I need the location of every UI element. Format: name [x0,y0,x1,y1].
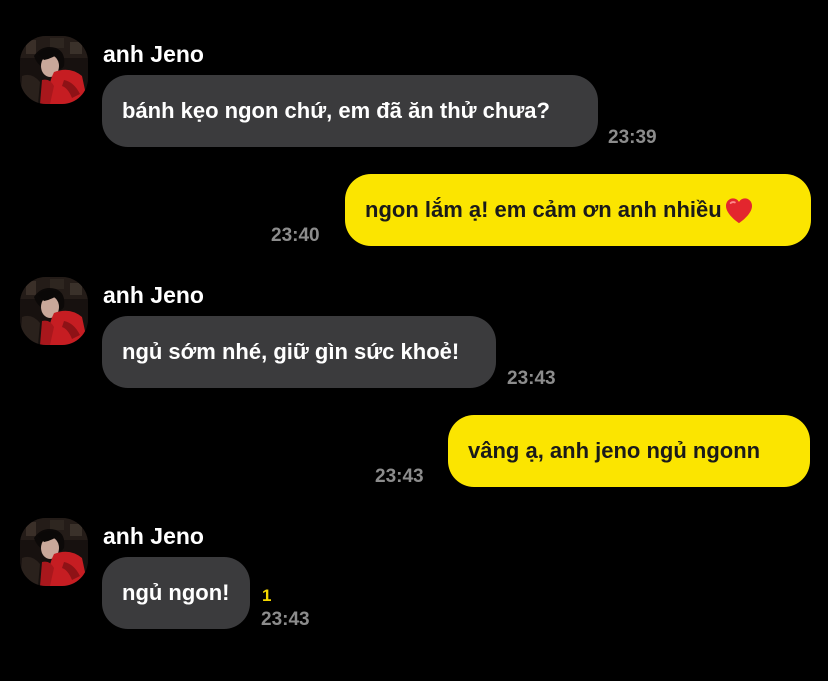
message-timestamp: 23:43 [261,609,310,630]
sender-name: anh Jeno [103,41,204,67]
profile-photo-icon [20,36,88,104]
contact-avatar[interactable] [20,518,88,586]
message-timestamp: 23:43 [375,466,424,487]
red-heart-icon [725,197,752,223]
contact-avatar[interactable] [20,36,88,104]
message-bubble-incoming[interactable]: ngủ ngon! [102,557,250,629]
message-text: ngủ ngon! [122,580,230,605]
message-timestamp: 23:39 [608,127,657,148]
message-text: ngon lắm ạ! em cảm ơn anh nhiều [365,197,722,222]
message-bubble-incoming[interactable]: ngủ sớm nhé, giữ gìn sức khoẻ! [102,316,496,388]
contact-avatar[interactable] [20,277,88,345]
message-bubble-outgoing[interactable]: ngon lắm ạ! em cảm ơn anh nhiều [345,174,811,246]
sender-name: anh Jeno [103,523,204,549]
message-text: bánh kẹo ngon chứ, em đã ăn thử chưa? [122,98,550,123]
profile-photo-icon [20,277,88,345]
message-timestamp: 23:43 [507,368,556,389]
unread-count-badge: 1 [262,586,272,605]
message-bubble-outgoing[interactable]: vâng ạ, anh jeno ngủ ngonn [448,415,810,487]
message-text: vâng ạ, anh jeno ngủ ngonn [468,438,761,463]
message-timestamp: 23:40 [271,225,320,246]
message-text: ngủ sớm nhé, giữ gìn sức khoẻ! [122,339,460,364]
profile-photo-icon [20,518,88,586]
sender-name: anh Jeno [103,282,204,308]
message-bubble-incoming[interactable]: bánh kẹo ngon chứ, em đã ăn thử chưa? [102,75,598,147]
